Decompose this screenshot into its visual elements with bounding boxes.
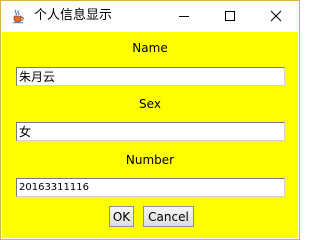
number-field[interactable] (16, 178, 285, 197)
minimize-button[interactable] (161, 1, 207, 32)
form-panel: Name Sex Number OK Cancel (2, 32, 298, 238)
name-field[interactable] (16, 67, 285, 86)
app-window: 个人信息显示 Name Sex Number OK Cancel (0, 0, 300, 240)
sex-label: Sex (139, 97, 161, 111)
java-cup-icon (10, 8, 26, 24)
close-button[interactable] (253, 1, 299, 32)
maximize-button[interactable] (207, 1, 253, 32)
maximize-icon (225, 11, 235, 21)
title-bar[interactable]: 个人信息显示 (1, 1, 299, 32)
close-icon (270, 10, 282, 22)
cancel-button[interactable]: Cancel (143, 206, 194, 227)
name-label: Name (132, 41, 168, 55)
minimize-icon (179, 16, 189, 17)
sex-field[interactable] (16, 122, 285, 141)
number-label: Number (125, 153, 175, 167)
window-title: 个人信息显示 (34, 8, 113, 23)
ok-button[interactable]: OK (109, 206, 134, 227)
